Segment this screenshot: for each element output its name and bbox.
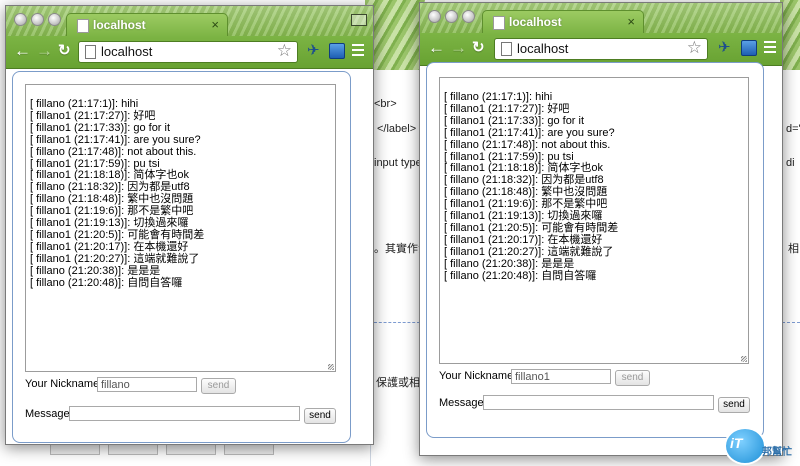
page-icon [501, 42, 512, 56]
bookmark-star-icon[interactable]: ☆ [277, 41, 292, 61]
extension-image-icon[interactable] [741, 40, 757, 56]
chat-message-line: [ fillano1 (21:17:33)]: go for it [30, 121, 171, 134]
extension-bird-icon[interactable]: ✈ [718, 40, 734, 56]
address-text: localhost [101, 44, 153, 59]
page-content: [ fillano (21:17:1)]: hihi[ fillano1 (21… [420, 62, 782, 455]
back-arrow-icon[interactable]: ← [14, 42, 31, 60]
tab-title: localhost [509, 15, 562, 29]
reload-icon[interactable]: ↻ [58, 42, 71, 60]
chat-message-line: [ fillano1 (21:20:27)]: 這端就難說了 [30, 252, 200, 265]
watermark-logo: iT 邦幫忙 [724, 425, 798, 465]
forward-arrow-icon[interactable]: → [36, 42, 53, 60]
chat-panel: [ fillano (21:17:1)]: hihi[ fillano1 (21… [12, 71, 351, 443]
extension-bird-icon[interactable]: ✈ [307, 43, 323, 59]
background-code-line: di [786, 157, 795, 169]
menu-icon[interactable] [352, 44, 364, 56]
chat-panel: [ fillano (21:17:1)]: hihi[ fillano1 (21… [426, 62, 764, 438]
nickname-input[interactable] [97, 377, 197, 392]
window-controls [428, 10, 479, 28]
close-window-icon[interactable] [14, 13, 27, 26]
extension-image-icon[interactable] [329, 43, 345, 59]
address-text: localhost [517, 41, 569, 56]
chat-log-textarea[interactable]: [ fillano (21:17:1)]: hihi[ fillano1 (21… [25, 84, 336, 372]
resize-grip-icon[interactable] [741, 356, 747, 362]
nickname-send-button[interactable]: send [615, 370, 650, 386]
message-label: Message: [25, 408, 73, 420]
message-send-button[interactable]: send [304, 408, 336, 424]
address-bar[interactable]: localhost ☆ [78, 41, 298, 63]
background-code-line: </label> [377, 123, 417, 135]
background-grass [780, 0, 800, 70]
background-grass [365, 0, 425, 70]
tab-localhost[interactable]: localhost × [66, 13, 228, 37]
minimize-window-icon[interactable] [31, 13, 44, 26]
page-icon [77, 19, 89, 33]
forward-arrow-icon[interactable]: → [450, 39, 467, 57]
window-controls [14, 13, 65, 31]
page-content: [ fillano (21:17:1)]: hihi[ fillano1 (21… [6, 69, 373, 444]
browser-window[interactable]: localhost × ← → ↻ localhost ☆ ✈ [ fillan… [5, 5, 374, 445]
background-code-line: <br> [374, 98, 397, 110]
tab-title: localhost [93, 18, 146, 32]
tab-localhost[interactable]: localhost × [482, 10, 644, 34]
browser-toolbar: ← → ↻ localhost ☆ ✈ [6, 36, 373, 69]
menu-icon[interactable] [764, 41, 776, 53]
page-icon [493, 16, 505, 30]
page-icon [85, 45, 96, 59]
chat-message-line: [ fillano1 (21:20:17)]: 在本機還好 [444, 233, 603, 246]
background-buttons [50, 442, 350, 464]
back-arrow-icon[interactable]: ← [428, 39, 445, 57]
close-tab-icon[interactable]: × [211, 17, 219, 32]
message-input[interactable] [69, 406, 300, 421]
zoom-window-icon[interactable] [48, 13, 61, 26]
resize-grip-icon[interactable] [328, 364, 334, 370]
background-separator [374, 322, 420, 323]
chat-message-line: [ fillano1 (21:20:27)]: 這端就難說了 [444, 245, 614, 258]
chat-message-line: [ fillano1 (21:20:17)]: 在本機還好 [30, 240, 189, 253]
chat-message-line: [ fillano (21:17:48)]: not about this. [30, 145, 197, 158]
bookmark-star-icon[interactable]: ☆ [687, 38, 702, 58]
chat-message-line: [ fillano (21:20:48)]: 自問自答囉 [444, 269, 597, 282]
window-titlebar[interactable]: localhost × [6, 6, 373, 37]
chat-log-textarea[interactable]: [ fillano (21:17:1)]: hihi[ fillano1 (21… [439, 77, 749, 364]
chat-message-line: [ fillano1 (21:17:41)]: are you sure? [444, 126, 615, 139]
background-code-line: d=" [786, 123, 800, 135]
nickname-label: Your Nickname: [439, 370, 517, 382]
nickname-input[interactable] [511, 369, 611, 384]
logo-letters: iT [730, 435, 743, 451]
chat-message-line: [ fillano1 (21:17:41)]: are you sure? [30, 133, 201, 146]
chat-message-line: [ fillano (21:20:48)]: 自問自答囉 [30, 276, 183, 289]
close-window-icon[interactable] [428, 10, 441, 23]
reload-icon[interactable]: ↻ [472, 39, 485, 57]
browser-window[interactable]: localhost × ← → ↻ localhost ☆ ✈ [ fillan… [419, 2, 783, 456]
message-label: Message: [439, 397, 487, 409]
window-titlebar[interactable]: localhost × [420, 3, 782, 34]
minimize-window-icon[interactable] [445, 10, 458, 23]
message-input[interactable] [483, 395, 714, 410]
background-code-line: 相 [788, 243, 799, 255]
background-code-line: input type [374, 157, 422, 169]
nickname-label: Your Nickname: [25, 378, 103, 390]
zoom-window-icon[interactable] [462, 10, 475, 23]
logo-text: 邦幫忙 [762, 447, 792, 458]
chat-message-line: [ fillano1 (21:17:33)]: go for it [444, 114, 585, 127]
address-bar[interactable]: localhost ☆ [494, 38, 708, 60]
chat-message-line: [ fillano (21:20:38)]: 是是是 [30, 264, 161, 277]
nickname-send-button[interactable]: send [201, 378, 236, 394]
close-tab-icon[interactable]: × [627, 14, 635, 29]
chat-message-line: [ fillano (21:17:48)]: not about this. [444, 138, 611, 151]
message-send-button[interactable]: send [718, 397, 750, 413]
restore-icon[interactable] [351, 14, 367, 26]
chat-message-line: [ fillano (21:20:38)]: 是是是 [444, 257, 575, 270]
